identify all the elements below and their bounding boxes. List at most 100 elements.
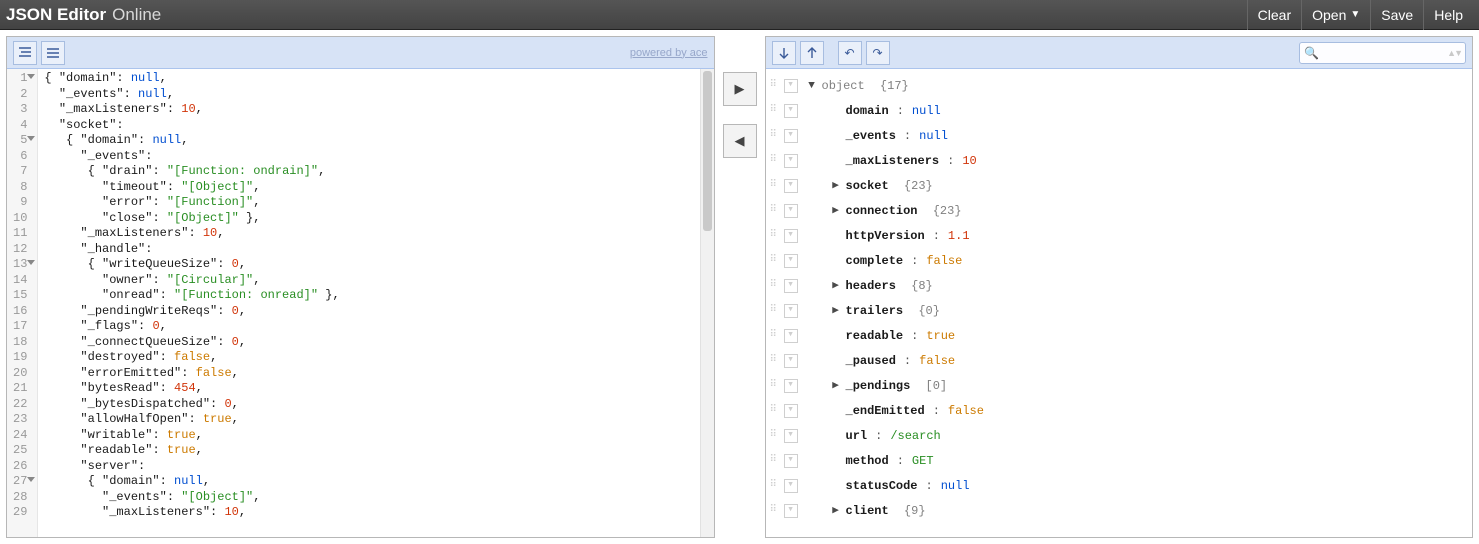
node-name[interactable]: _paused xyxy=(846,354,896,368)
node-value[interactable]: false xyxy=(948,404,984,418)
copy-left-button[interactable]: ◀ xyxy=(723,124,757,158)
redo-button[interactable]: ↷ xyxy=(866,41,890,65)
drag-handle-icon[interactable]: ⠿ xyxy=(770,304,780,318)
code-line[interactable]: "_connectQueueSize": 0, xyxy=(44,335,713,351)
caret-right-icon[interactable]: ▶ xyxy=(830,279,842,293)
format-button[interactable] xyxy=(13,41,37,65)
tree-row[interactable]: ⠿▾domain:null xyxy=(768,98,1471,123)
node-menu-button[interactable]: ▾ xyxy=(784,204,798,218)
node-name[interactable]: httpVersion xyxy=(846,229,925,243)
code-line[interactable]: "_pendingWriteReqs": 0, xyxy=(44,304,713,320)
code-line[interactable]: "writable": true, xyxy=(44,428,713,444)
code-line[interactable]: { "drain": "[Function: ondrain]", xyxy=(44,164,713,180)
code-line[interactable]: "server": xyxy=(44,459,713,475)
fold-toggle-icon[interactable] xyxy=(27,477,35,482)
tree-row[interactable]: ⠿▾complete:false xyxy=(768,248,1471,273)
collapse-all-button[interactable] xyxy=(800,41,824,65)
code-line[interactable]: "timeout": "[Object]", xyxy=(44,180,713,196)
drag-handle-icon[interactable]: ⠿ xyxy=(770,154,780,168)
node-name[interactable]: trailers xyxy=(846,304,904,318)
node-name[interactable]: _endEmitted xyxy=(846,404,925,418)
caret-right-icon[interactable]: ▶ xyxy=(830,379,842,393)
code-scrollbar[interactable] xyxy=(700,69,714,537)
node-name[interactable]: statusCode xyxy=(846,479,918,493)
menu-open[interactable]: Open▼ xyxy=(1301,0,1370,30)
node-menu-button[interactable]: ▾ xyxy=(784,229,798,243)
code-line[interactable]: { "domain": null, xyxy=(44,133,713,149)
node-name[interactable]: client xyxy=(846,504,889,518)
node-menu-button[interactable]: ▾ xyxy=(784,454,798,468)
copy-right-button[interactable]: ▶ xyxy=(723,72,757,106)
code-line[interactable]: "_bytesDispatched": 0, xyxy=(44,397,713,413)
drag-handle-icon[interactable]: ⠿ xyxy=(770,504,780,518)
node-name[interactable]: method xyxy=(846,454,889,468)
drag-handle-icon[interactable]: ⠿ xyxy=(770,104,780,118)
node-value[interactable]: false xyxy=(919,354,955,368)
node-menu-button[interactable]: ▾ xyxy=(784,479,798,493)
tree-row[interactable]: ⠿▾httpVersion:1.1 xyxy=(768,223,1471,248)
tree-search[interactable]: 🔍 ▲▼ xyxy=(1299,42,1466,64)
node-menu-button[interactable]: ▾ xyxy=(784,104,798,118)
drag-handle-icon[interactable]: ⠿ xyxy=(770,254,780,268)
search-input[interactable] xyxy=(1323,45,1443,61)
tree-row[interactable]: ⠿▾▶client {9} xyxy=(768,498,1471,523)
code-line[interactable]: "errorEmitted": false, xyxy=(44,366,713,382)
code-editor[interactable]: 1234567891011121314151617181920212223242… xyxy=(7,69,714,537)
code-line[interactable]: "error": "[Function]", xyxy=(44,195,713,211)
node-value[interactable]: null xyxy=(941,479,970,493)
tree-row[interactable]: ⠿▾_events:null xyxy=(768,123,1471,148)
compact-button[interactable] xyxy=(41,41,65,65)
tree-row[interactable]: ⠿▾_endEmitted:false xyxy=(768,398,1471,423)
caret-right-icon[interactable]: ▶ xyxy=(830,204,842,218)
caret-right-icon[interactable]: ▶ xyxy=(830,179,842,193)
code-line[interactable]: "readable": true, xyxy=(44,443,713,459)
node-name[interactable]: connection xyxy=(846,204,918,218)
drag-handle-icon[interactable]: ⠿ xyxy=(770,279,780,293)
node-name[interactable]: domain xyxy=(846,104,889,118)
code-line[interactable]: "close": "[Object]" }, xyxy=(44,211,713,227)
code-line[interactable]: "owner": "[Circular]", xyxy=(44,273,713,289)
tree-row[interactable]: ⠿▾▶_pendings [0] xyxy=(768,373,1471,398)
caret-right-icon[interactable]: ▶ xyxy=(830,504,842,518)
tree-row[interactable]: ⠿▾▼object {17} xyxy=(768,73,1471,98)
tree-row[interactable]: ⠿▾readable:true xyxy=(768,323,1471,348)
node-name[interactable]: _pendings xyxy=(846,379,911,393)
node-menu-button[interactable]: ▾ xyxy=(784,354,798,368)
code-line[interactable]: "_events": xyxy=(44,149,713,165)
node-value[interactable]: 1.1 xyxy=(948,229,970,243)
node-name[interactable]: _events xyxy=(846,129,896,143)
code-line[interactable]: { "domain": null, xyxy=(44,474,713,490)
node-menu-button[interactable]: ▾ xyxy=(784,154,798,168)
tree-row[interactable]: ⠿▾method:GET xyxy=(768,448,1471,473)
node-menu-button[interactable]: ▾ xyxy=(784,504,798,518)
node-value[interactable]: 10 xyxy=(962,154,976,168)
tree-editor[interactable]: ⠿▾▼object {17}⠿▾domain:null⠿▾_events:nul… xyxy=(766,69,1473,537)
code-line[interactable]: "_events": "[Object]", xyxy=(44,490,713,506)
node-menu-button[interactable]: ▾ xyxy=(784,79,798,93)
drag-handle-icon[interactable]: ⠿ xyxy=(770,454,780,468)
powered-by-ace-link[interactable]: powered by ace xyxy=(630,47,708,59)
node-menu-button[interactable]: ▾ xyxy=(784,379,798,393)
node-value[interactable]: GET xyxy=(912,454,934,468)
code-line[interactable]: "destroyed": false, xyxy=(44,350,713,366)
menu-save[interactable]: Save xyxy=(1370,0,1423,30)
drag-handle-icon[interactable]: ⠿ xyxy=(770,229,780,243)
node-value[interactable]: true xyxy=(926,329,955,343)
node-menu-button[interactable]: ▾ xyxy=(784,279,798,293)
drag-handle-icon[interactable]: ⠿ xyxy=(770,79,780,93)
node-name[interactable]: url xyxy=(846,429,868,443)
code-line[interactable]: "socket": xyxy=(44,118,713,134)
tree-row[interactable]: ⠿▾▶headers {8} xyxy=(768,273,1471,298)
node-menu-button[interactable]: ▾ xyxy=(784,179,798,193)
code-line[interactable]: { "domain": null, xyxy=(44,71,713,87)
node-menu-button[interactable]: ▾ xyxy=(784,404,798,418)
drag-handle-icon[interactable]: ⠿ xyxy=(770,379,780,393)
node-name[interactable]: socket xyxy=(846,179,889,193)
tree-row[interactable]: ⠿▾▶connection {23} xyxy=(768,198,1471,223)
node-menu-button[interactable]: ▾ xyxy=(784,329,798,343)
code-line[interactable]: "_flags": 0, xyxy=(44,319,713,335)
code-line[interactable]: "bytesRead": 454, xyxy=(44,381,713,397)
tree-row[interactable]: ⠿▾_maxListeners:10 xyxy=(768,148,1471,173)
tree-row[interactable]: ⠿▾statusCode:null xyxy=(768,473,1471,498)
code-line[interactable]: "_maxListeners": 10, xyxy=(44,102,713,118)
